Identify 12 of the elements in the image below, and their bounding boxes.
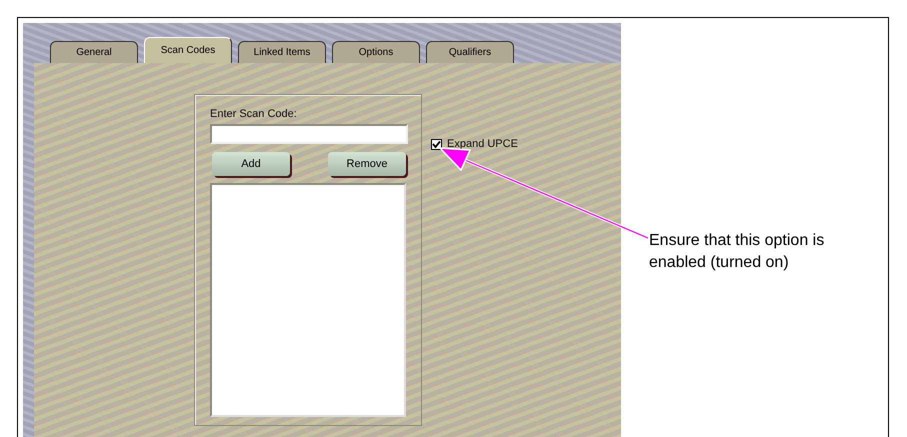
tab[interactable]: General bbox=[50, 41, 138, 63]
action-button[interactable]: Add bbox=[212, 152, 290, 176]
action-button[interactable]: Remove bbox=[328, 152, 406, 176]
callout-text: Ensure that this option is enabled (turned on) bbox=[649, 231, 826, 273]
field-label: Enter Scan Code: bbox=[210, 108, 298, 120]
tab[interactable]: Linked Items bbox=[238, 41, 326, 63]
tab[interactable]: Scan Codes bbox=[144, 37, 232, 63]
tab[interactable]: Qualifiers bbox=[426, 41, 514, 63]
tab[interactable]: Options bbox=[332, 41, 420, 63]
checkbox-label: Expand UPCE bbox=[447, 138, 518, 150]
checkbox[interactable] bbox=[431, 138, 442, 150]
input-field[interactable] bbox=[210, 124, 408, 144]
